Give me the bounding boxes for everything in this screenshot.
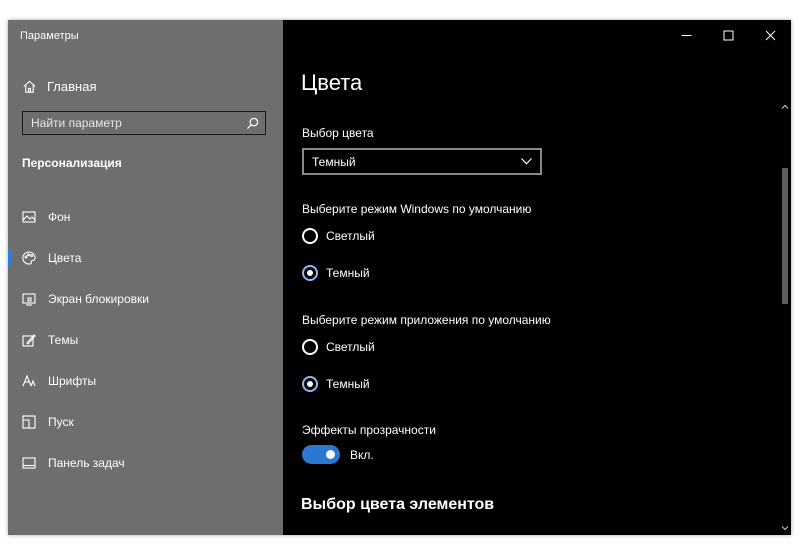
home-link[interactable]: Главная [22, 76, 96, 96]
scrollbar[interactable] [779, 100, 791, 535]
search-input[interactable] [31, 116, 246, 130]
color-choice-dropdown[interactable]: Темный [302, 148, 542, 175]
minimize-button[interactable] [665, 20, 707, 50]
sidebar-item-fonts[interactable]: Шрифты [8, 360, 283, 401]
sidebar-item-label: Экран блокировки [48, 291, 149, 306]
search-icon[interactable] [246, 117, 259, 130]
sidebar-item-label: Цвета [48, 250, 82, 265]
transparency-label: Эффекты прозрачности [302, 423, 436, 437]
windows-mode-label: Выберите режим Windows по умолчанию [302, 202, 532, 216]
accent-section-title: Выбор цвета элементов [301, 496, 495, 513]
radio-circle [302, 228, 318, 244]
home-label: Главная [47, 78, 97, 94]
windows-mode-light-radio[interactable]: Светлый [302, 228, 375, 244]
fonts-icon [22, 374, 36, 388]
sidebar-item-label: Темы [48, 332, 79, 347]
sidebar-item-label: Панель задач [48, 455, 125, 470]
sidebar-item-taskbar[interactable]: Панель задач [8, 442, 283, 483]
maximize-icon [723, 30, 733, 40]
radio-circle-selected [302, 376, 318, 392]
sidebar-nav: Фон Цвета Экран блокировки Темы Шрифты П… [8, 196, 283, 483]
close-icon [765, 30, 775, 40]
radio-label: Светлый [326, 229, 375, 243]
themes-icon [22, 333, 36, 347]
scrollbar-thumb[interactable] [782, 168, 788, 304]
scroll-down-icon[interactable] [780, 523, 790, 533]
dropdown-value: Темный [312, 154, 356, 169]
settings-window: Параметры Главная Персонализация Фон [8, 20, 791, 535]
radio-label: Темный [326, 377, 370, 391]
app-mode-label: Выберите режим приложения по умолчанию [302, 313, 551, 327]
content-pane: Цвета Выбор цвета Темный Выберите режим … [283, 20, 791, 535]
sidebar: Параметры Главная Персонализация Фон [8, 20, 283, 535]
sidebar-item-label: Пуск [48, 414, 74, 429]
start-icon [22, 414, 36, 429]
page-title: Цвета [301, 70, 363, 95]
color-choice-label: Выбор цвета [302, 126, 374, 140]
sidebar-item-colors[interactable]: Цвета [8, 237, 283, 278]
radio-circle [302, 339, 318, 355]
app-mode-light-radio[interactable]: Светлый [302, 339, 375, 355]
section-title: Персонализация [22, 156, 122, 170]
close-button[interactable] [749, 20, 791, 50]
app-mode-dark-radio[interactable]: Темный [302, 376, 370, 392]
maximize-button[interactable] [707, 20, 749, 50]
sidebar-item-label: Шрифты [48, 373, 97, 388]
lock-screen-icon [22, 292, 36, 306]
app-title: Параметры [20, 30, 79, 42]
sidebar-item-themes[interactable]: Темы [8, 319, 283, 360]
transparency-toggle[interactable] [302, 445, 340, 464]
windows-mode-dark-radio[interactable]: Темный [302, 265, 370, 281]
sidebar-item-lock-screen[interactable]: Экран блокировки [8, 278, 283, 319]
sidebar-item-background[interactable]: Фон [8, 196, 283, 237]
window-controls [665, 20, 791, 50]
toggle-state-label: Вкл. [350, 447, 374, 462]
palette-icon [22, 250, 36, 265]
search-box[interactable] [22, 111, 266, 135]
taskbar-icon [22, 456, 36, 470]
radio-label: Темный [326, 266, 370, 280]
sidebar-item-start[interactable]: Пуск [8, 401, 283, 442]
image-icon [22, 210, 36, 224]
minimize-icon [681, 34, 691, 36]
scroll-up-icon[interactable] [780, 102, 790, 112]
chevron-down-icon [521, 158, 532, 165]
radio-circle-selected [302, 265, 318, 281]
transparency-toggle-row: Вкл. [302, 445, 374, 464]
radio-label: Светлый [326, 340, 375, 354]
home-icon [23, 80, 36, 93]
sidebar-item-label: Фон [48, 209, 71, 224]
